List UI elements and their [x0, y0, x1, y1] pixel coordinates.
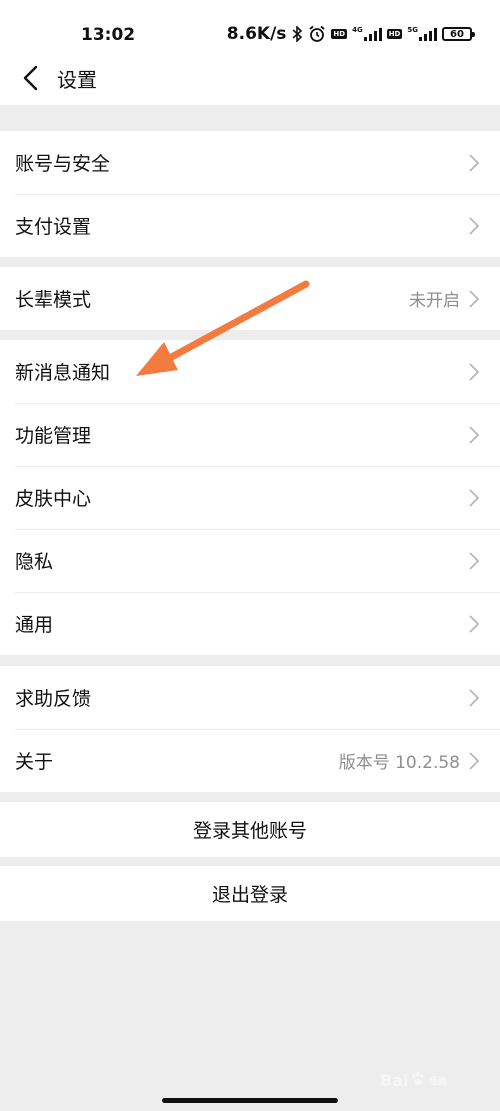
- settings-item-about[interactable]: 关于 版本号 10.2.58: [0, 729, 500, 792]
- chevron-right-icon: [468, 289, 480, 309]
- paw-icon: [411, 1071, 425, 1090]
- switch-account-button[interactable]: 登录其他账号: [0, 802, 500, 857]
- network-type-label-2: 5G: [407, 26, 418, 34]
- settings-group-general: 新消息通知 功能管理 皮肤中心 隐私 通用: [0, 340, 500, 655]
- hd-icon: HD: [331, 29, 348, 39]
- chevron-right-icon: [468, 551, 480, 571]
- chevron-right-icon: [468, 488, 480, 508]
- back-arrow-icon: [23, 65, 38, 91]
- chevron-right-icon: [468, 751, 480, 771]
- signal-icon: 4G: [352, 27, 382, 41]
- settings-item-skin-center[interactable]: 皮肤中心: [0, 466, 500, 529]
- chevron-right-icon: [468, 153, 480, 173]
- settings-item-features[interactable]: 功能管理: [0, 403, 500, 466]
- hd-icon-2: HD: [386, 29, 403, 39]
- settings-item-privacy[interactable]: 隐私: [0, 529, 500, 592]
- settings-item-payment[interactable]: 支付设置: [0, 194, 500, 257]
- alarm-icon: [308, 25, 326, 43]
- bluetooth-icon: [291, 26, 303, 42]
- settings-item-label: 账号与安全: [15, 153, 111, 175]
- elder-mode-status: 未开启: [409, 291, 460, 311]
- watermark-brand: Bai: [380, 1070, 409, 1090]
- home-indicator: [162, 1098, 338, 1103]
- chevron-right-icon: [468, 614, 480, 634]
- nav-bar: 设置: [0, 50, 500, 105]
- settings-item-label: 功能管理: [15, 425, 92, 447]
- net-speed: 8.6K/s: [226, 24, 287, 44]
- settings-item-label: 长辈模式: [15, 289, 92, 311]
- network-type-label: 4G: [352, 26, 363, 34]
- settings-item-label: 皮肤中心: [15, 488, 92, 510]
- watermark-sub: 经验: [428, 1076, 447, 1087]
- page-title: 设置: [57, 68, 97, 92]
- settings-group-elder: 长辈模式 未开启: [0, 267, 500, 330]
- settings-item-account-security[interactable]: 账号与安全: [0, 131, 500, 194]
- status-icons: 8.6K/s HD 4G HD 5G 60: [226, 24, 475, 44]
- settings-group-help: 求助反馈 关于 版本号 10.2.58: [0, 666, 500, 792]
- settings-item-elder-mode[interactable]: 长辈模式 未开启: [0, 267, 500, 330]
- settings-group-account: 账号与安全 支付设置: [0, 131, 500, 257]
- baidu-jingyan-watermark: Bai 经验: [380, 1060, 490, 1100]
- settings-item-help-feedback[interactable]: 求助反馈: [0, 666, 500, 729]
- battery-icon: 60: [442, 27, 475, 41]
- settings-item-label: 通用: [15, 614, 54, 636]
- settings-item-label: 隐私: [15, 551, 54, 573]
- chevron-right-icon: [468, 362, 480, 382]
- signal-icon-2: 5G: [407, 27, 437, 41]
- chevron-right-icon: [468, 688, 480, 708]
- chevron-right-icon: [468, 216, 480, 236]
- status-bar: 13:02 8.6K/s HD 4G HD 5G 60: [0, 0, 500, 50]
- settings-item-label: 支付设置: [15, 216, 92, 238]
- logout-button[interactable]: 退出登录: [0, 866, 500, 921]
- back-button[interactable]: [10, 58, 50, 98]
- settings-item-notifications[interactable]: 新消息通知: [0, 340, 500, 403]
- status-time: 13:02: [81, 25, 136, 45]
- version-number: 版本号 10.2.58: [338, 753, 460, 773]
- settings-item-label: 关于: [15, 751, 54, 773]
- settings-item-label: 求助反馈: [15, 688, 92, 710]
- chevron-right-icon: [468, 425, 480, 445]
- settings-item-general[interactable]: 通用: [0, 592, 500, 655]
- settings-item-label: 新消息通知: [15, 362, 111, 384]
